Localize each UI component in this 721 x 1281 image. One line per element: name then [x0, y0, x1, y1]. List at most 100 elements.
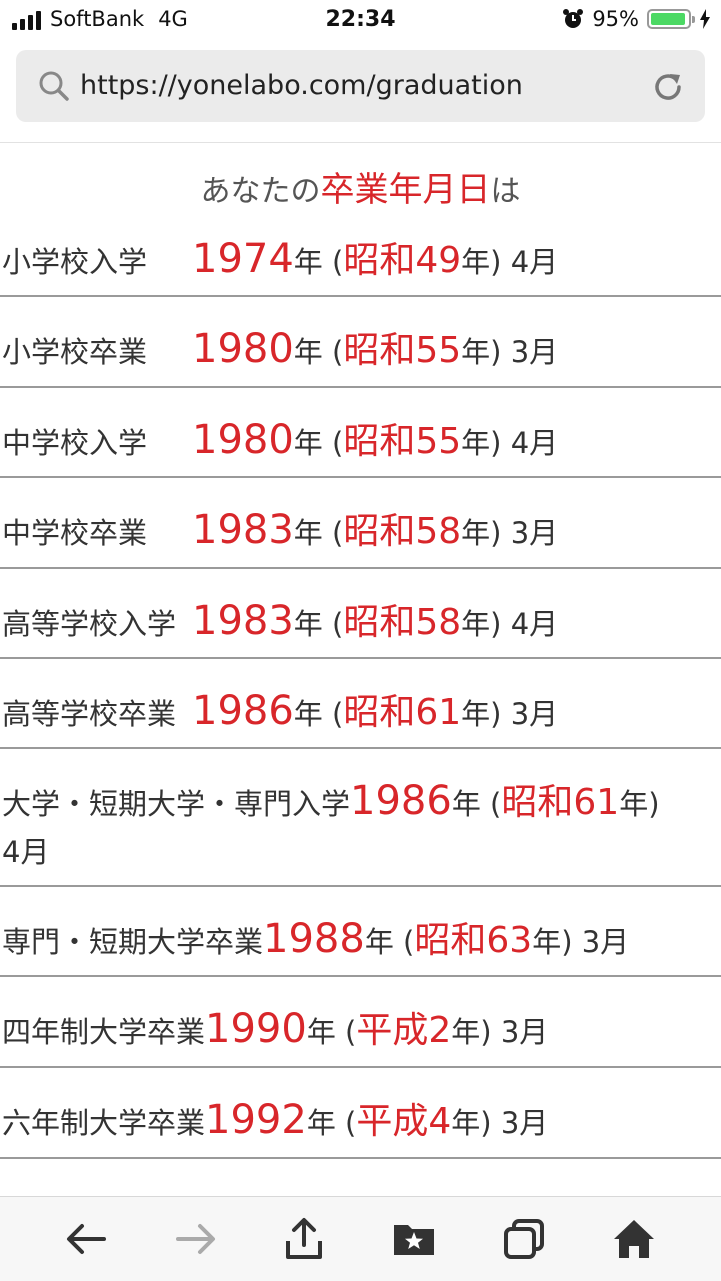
row-month: 3月	[510, 335, 559, 369]
row-era: 昭和58	[343, 511, 462, 552]
row-label: 中学校入学	[2, 426, 148, 460]
reload-icon[interactable]	[651, 70, 685, 104]
list-item: 専門・短期大学卒業1988年 (昭和63年) 3月	[0, 887, 721, 977]
row-year: 1980	[192, 417, 294, 463]
row-year: 1990	[205, 1006, 307, 1052]
row-era: 昭和55	[343, 421, 462, 462]
row-label: 中学校卒業	[2, 516, 148, 550]
search-icon	[39, 71, 69, 101]
row-label: 四年制大学卒業	[2, 1015, 206, 1049]
row-line: 中学校卒業 1983年 (昭和58年) 3月	[2, 502, 558, 554]
list-item: 小学校入学 1974年 (昭和49年) 4月	[0, 205, 721, 297]
row-era: 昭和49	[343, 240, 462, 281]
list-item: 小学校卒業 1980年 (昭和55年) 3月	[0, 297, 721, 388]
share-icon[interactable]	[282, 1217, 326, 1261]
close-paren: 年)	[451, 1015, 492, 1049]
list-item: 四年制大学卒業1990年 (平成2年) 3月	[0, 977, 721, 1068]
year-suffix: 年	[306, 1015, 336, 1049]
row-era: 昭和61	[343, 692, 462, 733]
charging-icon	[700, 9, 710, 29]
open-paren: (	[403, 925, 415, 959]
battery-percent: 95%	[592, 7, 639, 31]
row-month: 4月	[510, 607, 559, 641]
row-line: 中学校入学 1980年 (昭和55年) 4月	[2, 412, 558, 464]
close-paren: 年)	[461, 245, 502, 279]
row-line: 高等学校卒業 1986年 (昭和61年) 3月	[2, 683, 558, 735]
row-year: 1988	[263, 916, 365, 962]
row-month: 4月	[510, 245, 559, 279]
browser-toolbar	[0, 1196, 721, 1281]
row-month: 3月	[581, 925, 630, 959]
url-text[interactable]: https://yonelabo.com/graduation	[80, 70, 523, 101]
row-era: 昭和61	[501, 782, 620, 823]
address-bar[interactable]: https://yonelabo.com/graduation	[16, 50, 705, 122]
list-item: 中学校卒業 1983年 (昭和58年) 3月	[0, 478, 721, 569]
row-line: 高等学校入学 1983年 (昭和58年) 4月	[2, 593, 558, 645]
row-era: 昭和63	[414, 920, 533, 961]
close-paren: 年)	[532, 925, 573, 959]
row-era: 昭和55	[343, 330, 462, 371]
close-paren: 年)	[461, 335, 502, 369]
open-paren: (	[332, 245, 344, 279]
row-year: 1992	[205, 1097, 307, 1143]
row-year: 1986	[192, 688, 294, 734]
row-line: 四年制大学卒業1990年 (平成2年) 3月	[2, 1001, 548, 1053]
year-suffix: 年	[293, 516, 323, 550]
row-label: 専門・短期大学卒業	[2, 925, 264, 959]
open-paren: (	[332, 607, 344, 641]
row-year: 1974	[192, 236, 294, 282]
tabs-icon[interactable]	[502, 1217, 546, 1261]
row-line: 小学校卒業 1980年 (昭和55年) 3月	[2, 321, 558, 373]
row-month: 3月	[510, 516, 559, 550]
headline-suffix: は	[490, 174, 521, 209]
row-year: 1983	[192, 507, 294, 553]
row-label: 小学校卒業	[2, 335, 148, 369]
row-label: 高等学校卒業	[2, 697, 177, 731]
open-paren: (	[332, 426, 344, 460]
open-paren: (	[332, 516, 344, 550]
list-item: 六年制大学卒業1992年 (平成4年) 3月	[0, 1068, 721, 1159]
row-month: 4月	[2, 835, 50, 869]
year-suffix: 年	[451, 787, 481, 821]
close-paren: 年)	[619, 787, 660, 821]
row-label: 高等学校入学	[2, 607, 177, 641]
open-paren: (	[345, 1106, 357, 1140]
open-paren: (	[345, 1015, 357, 1049]
alarm-icon	[563, 9, 584, 28]
page-headline: あなたの卒業年月日は	[0, 162, 721, 211]
row-line: 六年制大学卒業1992年 (平成4年) 3月	[2, 1092, 548, 1144]
list-item: 中学校入学 1980年 (昭和55年) 4月	[0, 388, 721, 478]
year-suffix: 年	[364, 925, 394, 959]
close-paren: 年)	[461, 697, 502, 731]
close-paren: 年)	[461, 607, 502, 641]
row-line: 大学・短期大学・専門入学1986年 (昭和61年)	[2, 773, 660, 825]
forward-arrow-icon[interactable]	[174, 1217, 218, 1261]
status-right: 95%	[562, 7, 711, 31]
year-suffix: 年	[293, 607, 323, 641]
row-month: 3月	[500, 1106, 549, 1140]
open-paren: (	[490, 787, 502, 821]
status-bar: SoftBank 4G 22:34 95%	[0, 0, 721, 40]
battery-fill	[651, 13, 686, 25]
year-suffix: 年	[293, 697, 323, 731]
bookmarks-icon[interactable]	[392, 1217, 436, 1261]
row-year: 1983	[192, 598, 294, 644]
row-label: 六年制大学卒業	[2, 1106, 206, 1140]
divider	[0, 142, 721, 143]
home-icon[interactable]	[612, 1217, 656, 1261]
row-month: 3月	[510, 697, 559, 731]
row-month: 4月	[510, 426, 559, 460]
year-suffix: 年	[293, 245, 323, 279]
headline-highlight: 卒業年月日	[320, 170, 491, 210]
row-year: 1986	[350, 778, 452, 824]
row-era: 平成4	[356, 1101, 452, 1142]
row-era: 平成2	[356, 1010, 452, 1051]
row-month: 3月	[500, 1015, 549, 1049]
battery-icon	[647, 9, 695, 29]
row-line: 専門・短期大学卒業1988年 (昭和63年) 3月	[2, 911, 629, 963]
back-arrow-icon[interactable]	[64, 1217, 108, 1261]
row-line: 小学校入学 1974年 (昭和49年) 4月	[2, 231, 558, 283]
list-item: 大学・短期大学・専門入学1986年 (昭和61年) 4月	[0, 749, 721, 887]
row-label: 大学・短期大学・専門入学	[2, 787, 351, 821]
year-suffix: 年	[306, 1106, 336, 1140]
